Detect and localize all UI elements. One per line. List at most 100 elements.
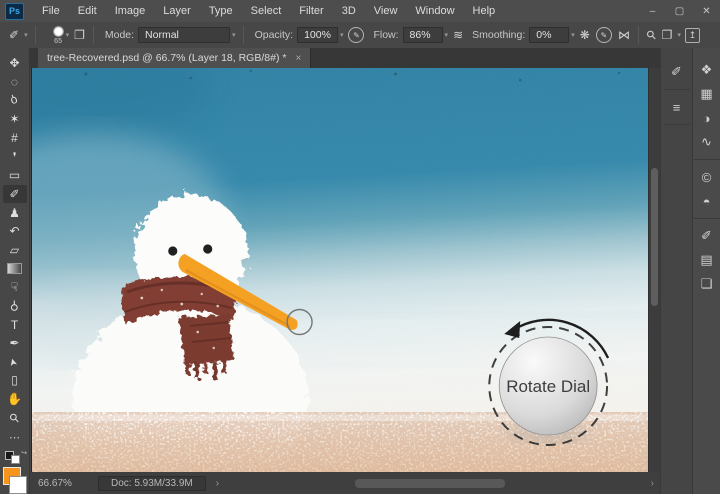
tool-preset-icon[interactable]: ✐ (6, 28, 22, 42)
pressure-opacity-icon[interactable]: ✎ (348, 27, 364, 43)
gradients-panel-icon[interactable]: ◑ (696, 106, 718, 130)
healing-brush-tool[interactable]: ▭ (3, 166, 27, 185)
paint-symmetry-icon[interactable]: ⋈ (615, 28, 633, 42)
document-tab[interactable]: tree-Recovered.psd @ 66.7% (Layer 18, RG… (38, 48, 311, 68)
flow-field[interactable]: 86% (403, 27, 443, 43)
pen-tool[interactable]: ✒ (3, 334, 27, 353)
flow-caret-icon[interactable]: ▾ (443, 31, 451, 39)
marquee-icon: ◌ (11, 76, 18, 88)
zoom-level-field[interactable]: 66.67% (38, 478, 80, 489)
tab-close-icon[interactable]: × (295, 53, 301, 64)
menu-image[interactable]: Image (106, 1, 155, 22)
libraries-panel-icon[interactable]: © (696, 165, 718, 189)
adjustments-panel-icon[interactable]: ◓ (696, 189, 718, 213)
path-selection-icon: ➤ (9, 356, 21, 367)
smudge-icon: ☟ (11, 281, 18, 293)
paths-panel-icon[interactable]: ∿ (696, 130, 718, 154)
clone-source-panel-icon[interactable]: ≡ (666, 95, 688, 119)
menu-3d[interactable]: 3D (333, 1, 365, 22)
crop-tool[interactable]: # (3, 129, 27, 148)
zoom-icon: ⚲ (7, 410, 22, 425)
airbrush-icon[interactable]: ≋ (450, 28, 466, 42)
hand-tool[interactable]: ✋ (3, 390, 27, 409)
minimize-button[interactable]: – (639, 1, 666, 22)
pressure-size-icon[interactable]: ✎ (596, 27, 612, 43)
healing-brush-icon: ▭ (9, 169, 20, 181)
smoothing-field[interactable]: 0% (529, 27, 569, 43)
eyedropper-tool[interactable]: ❜ (3, 147, 27, 166)
swatches-panel-icon[interactable]: ▦ (696, 82, 718, 106)
smoothing-caret-icon[interactable]: ▾ (569, 31, 577, 39)
vertical-scrollbar[interactable] (648, 68, 660, 472)
menu-type[interactable]: Type (200, 1, 242, 22)
layers-panel-icon[interactable]: ❏ (696, 272, 718, 296)
status-options-chevron-icon[interactable]: › (216, 478, 219, 489)
zoom-tool[interactable]: ⚲ (3, 408, 27, 427)
move-tool[interactable]: ✥ (3, 54, 27, 73)
opacity-field[interactable]: 100% (297, 27, 338, 43)
default-colors-icon[interactable]: ↪ (5, 451, 20, 464)
menu-layer[interactable]: Layer (154, 1, 200, 22)
smudge-tool[interactable]: ☟ (3, 278, 27, 297)
menu-filter[interactable]: Filter (290, 1, 332, 22)
document-tab-bar: tree-Recovered.psd @ 66.7% (Layer 18, RG… (30, 48, 660, 68)
opacity-caret-icon[interactable]: ▾ (338, 31, 346, 39)
smoothing-gear-icon[interactable]: ❋ (577, 28, 593, 42)
toggle-brush-settings-icon[interactable]: ❐ (71, 28, 88, 42)
scrollbar-right-chevron-icon[interactable]: › (651, 478, 654, 489)
magic-wand-tool[interactable]: ✶ (3, 110, 27, 129)
panel-dock-inner: ✐ ≡ (660, 48, 692, 494)
lasso-tool[interactable]: ϙ (3, 91, 27, 110)
brush-size-value: 65 (54, 38, 62, 45)
menu-view[interactable]: View (365, 1, 407, 22)
menu-file[interactable]: File (33, 1, 69, 22)
marquee-tool[interactable]: ◌ (3, 73, 27, 92)
brush-tool[interactable]: ✐ (3, 185, 27, 204)
tool-preset-caret-icon[interactable]: ▾ (22, 31, 30, 39)
mode-caret-icon[interactable]: ▾ (230, 31, 238, 39)
rectangle-tool[interactable]: ▯ (3, 371, 27, 390)
document-size-info: Doc: 5.93M/33.9M (98, 476, 206, 491)
workspace-caret-icon[interactable]: ▾ (675, 31, 683, 39)
gradient-tool[interactable] (3, 259, 27, 278)
brush-preset-picker[interactable]: 65 (53, 26, 64, 45)
path-selection-tool[interactable]: ➤ (3, 353, 27, 372)
brush-icon: ✐ (9, 188, 19, 200)
share-image-icon[interactable]: ↥ (685, 28, 700, 43)
brush-settings-panel-icon[interactable]: ✐ (666, 60, 688, 84)
menu-window[interactable]: Window (406, 1, 463, 22)
snowman-artwork: Rotate Dial (32, 68, 648, 472)
gradient-icon (7, 263, 22, 274)
history-brush-tool[interactable]: ↶ (3, 222, 27, 241)
separator (243, 26, 244, 44)
swap-colors-icon[interactable]: ↪ (21, 449, 27, 457)
separator (35, 26, 36, 44)
eraser-tool[interactable]: ▱ (3, 241, 27, 260)
document-canvas[interactable]: Rotate Dial (31, 68, 648, 472)
menu-help[interactable]: Help (464, 1, 505, 22)
eraser-icon: ▱ (10, 244, 19, 256)
brushes-panel-icon[interactable]: ✐ (696, 224, 718, 248)
menu-edit[interactable]: Edit (69, 1, 106, 22)
close-button[interactable]: ✕ (693, 1, 720, 22)
brush-picker-caret-icon[interactable]: ▾ (64, 31, 72, 39)
color-panel-icon[interactable]: ❖ (696, 58, 718, 82)
type-tool[interactable]: T (3, 315, 27, 334)
rectangle-icon: ▯ (11, 374, 18, 386)
dodge-tool[interactable]: ⚲ (3, 297, 27, 316)
menu-select[interactable]: Select (242, 1, 291, 22)
separator (93, 26, 94, 44)
mode-select[interactable]: Normal (138, 27, 230, 43)
clone-stamp-tool[interactable]: ♟ (3, 203, 27, 222)
edit-toolbar-button[interactable]: ⋯ (3, 429, 27, 448)
maximize-button[interactable]: ▢ (666, 1, 693, 22)
horizontal-scrollbar-thumb[interactable] (355, 479, 505, 488)
ellipsis-icon: ⋯ (9, 433, 20, 444)
dial-label: Rotate Dial (506, 377, 590, 396)
patterns-panel-icon[interactable]: ▤ (696, 248, 718, 272)
crop-icon: # (11, 132, 18, 144)
opacity-label: Opacity: (249, 29, 298, 41)
vertical-scrollbar-thumb[interactable] (651, 168, 658, 306)
background-color-swatch[interactable] (9, 476, 27, 494)
eyedropper-icon: ❜ (13, 151, 17, 163)
